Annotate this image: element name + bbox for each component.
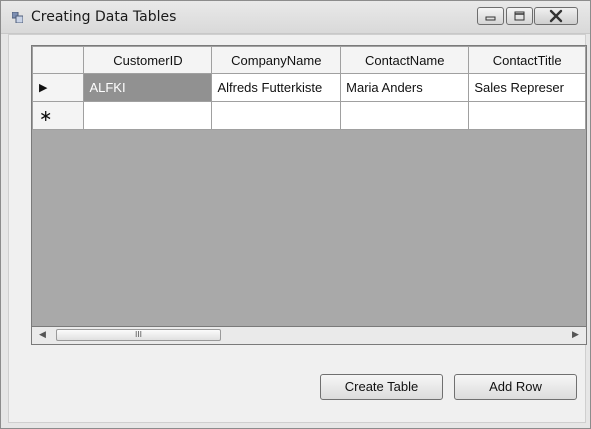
- form-app-icon: [12, 12, 23, 23]
- new-row: ∗: [32, 101, 586, 130]
- close-button[interactable]: [534, 7, 578, 25]
- title-bar[interactable]: Creating Data Tables: [1, 1, 590, 34]
- column-header-contactname[interactable]: ContactName: [340, 46, 470, 74]
- app-window: Creating Data Tables CustomerID CompanyN…: [0, 0, 591, 429]
- maximize-button[interactable]: [506, 7, 533, 25]
- add-row-button[interactable]: Add Row: [454, 374, 577, 400]
- data-grid-view[interactable]: CustomerID CompanyName ContactName Conta…: [31, 45, 587, 327]
- header-row: CustomerID CompanyName ContactName Conta…: [32, 46, 586, 74]
- maximize-icon: [514, 11, 525, 21]
- grid-table: CustomerID CompanyName ContactName Conta…: [32, 46, 586, 130]
- scrollbar-thumb[interactable]: III: [56, 329, 221, 341]
- scroll-right-arrow-icon[interactable]: ▶: [572, 330, 579, 340]
- corner-header-cell[interactable]: [32, 46, 85, 74]
- cell-customerid[interactable]: ALFKI: [83, 73, 213, 102]
- column-header-contacttitle[interactable]: ContactTitle: [468, 46, 586, 74]
- column-header-companyname[interactable]: CompanyName: [211, 46, 342, 74]
- window-title: Creating Data Tables: [31, 9, 177, 25]
- current-row-indicator-icon[interactable]: ▶: [32, 73, 85, 102]
- new-cell-customerid[interactable]: [83, 101, 213, 130]
- scrollbar-grip-icon: III: [134, 330, 143, 339]
- cell-contactname[interactable]: Maria Anders: [340, 73, 470, 102]
- minimize-icon: [485, 16, 496, 21]
- minimize-button[interactable]: [477, 7, 504, 25]
- cell-companyname[interactable]: Alfreds Futterkiste: [211, 73, 342, 102]
- create-table-button[interactable]: Create Table: [320, 374, 443, 400]
- new-cell-contacttitle[interactable]: [468, 101, 586, 130]
- new-cell-companyname[interactable]: [211, 101, 342, 130]
- table-row: ▶ ALFKI Alfreds Futterkiste Maria Anders…: [32, 73, 586, 102]
- column-header-customerid[interactable]: CustomerID: [83, 46, 213, 74]
- horizontal-scrollbar[interactable]: ◀ III ▶: [31, 327, 587, 345]
- new-cell-contactname[interactable]: [340, 101, 470, 130]
- close-icon: [549, 9, 563, 23]
- cell-contacttitle[interactable]: Sales Represer: [468, 73, 586, 102]
- scroll-left-arrow-icon[interactable]: ◀: [39, 330, 46, 340]
- new-row-indicator-icon[interactable]: ∗: [32, 101, 85, 130]
